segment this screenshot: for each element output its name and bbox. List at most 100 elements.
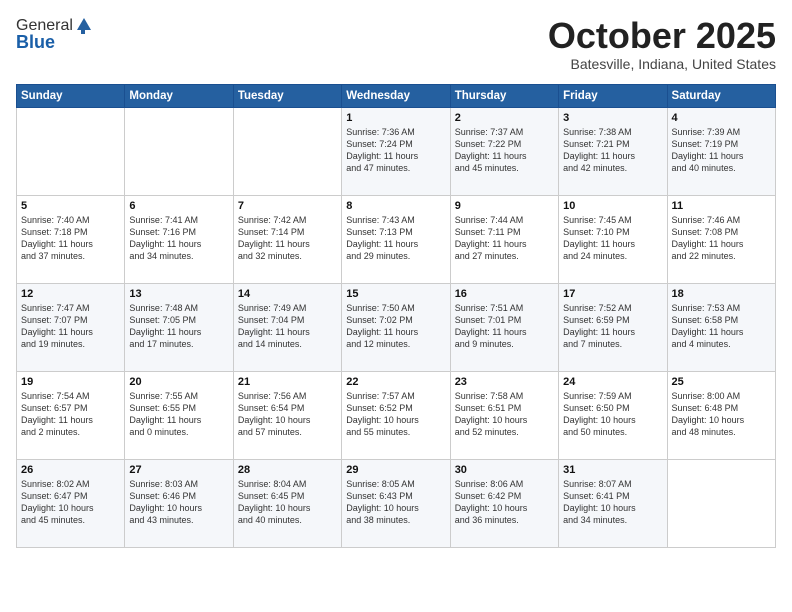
day-header-sunday: Sunday xyxy=(17,84,125,107)
day-number: 17 xyxy=(563,288,662,300)
calendar-cell: 15Sunrise: 7:50 AM Sunset: 7:02 PM Dayli… xyxy=(342,283,450,371)
calendar-cell: 28 Sunrise: 8:04 AM Sunset: 6:45 PM Dayli… xyxy=(233,459,341,547)
day-info: Sunrise: 7:56 AM Sunset: 6:54 PM Dayligh… xyxy=(238,390,337,439)
day-info: Sunrise: 7:36 AM Sunset: 7:24 PM Dayligh… xyxy=(346,126,445,175)
calendar-cell: 23 Sunrise: 7:58 AM Sunset: 6:51 PM Dayli… xyxy=(450,371,558,459)
day-number: 21 xyxy=(238,376,337,388)
day-number: 18 xyxy=(672,288,771,300)
day-number: 2 xyxy=(455,112,554,124)
day-info: Sunrise: 7:53 AM Sunset: 6:58 PM Dayligh… xyxy=(672,302,771,351)
calendar-cell: 16Sunrise: 7:51 AM Sunset: 7:01 PM Dayli… xyxy=(450,283,558,371)
day-info: Sunrise: 7:43 AM Sunset: 7:13 PM Dayligh… xyxy=(346,214,445,263)
day-info: Sunrise: 7:48 AM Sunset: 7:05 PM Dayligh… xyxy=(129,302,228,351)
day-info: Sunrise: 8:05 AM Sunset: 6:43 PM Dayligh… xyxy=(346,478,445,527)
logo: General Blue xyxy=(16,16,93,53)
calendar-cell: 25Sunrise: 8:00 AM Sunset: 6:48 PM Dayli… xyxy=(667,371,775,459)
calendar-cell: 22Sunrise: 7:57 AM Sunset: 6:52 PM Dayli… xyxy=(342,371,450,459)
day-number: 22 xyxy=(346,376,445,388)
day-number: 12 xyxy=(21,288,120,300)
day-header-saturday: Saturday xyxy=(667,84,775,107)
calendar-cell xyxy=(17,107,125,195)
calendar-cell: 17 Sunrise: 7:52 AM Sunset: 6:59 PM Dayli… xyxy=(559,283,667,371)
day-number: 27 xyxy=(129,464,228,476)
day-info: Sunrise: 7:44 AM Sunset: 7:11 PM Dayligh… xyxy=(455,214,554,263)
day-number: 15 xyxy=(346,288,445,300)
day-info: Sunrise: 8:02 AM Sunset: 6:47 PM Dayligh… xyxy=(21,478,120,527)
day-info: Sunrise: 7:47 AM Sunset: 7:07 PM Dayligh… xyxy=(21,302,120,351)
calendar-cell: 19 Sunrise: 7:54 AM Sunset: 6:57 PM Dayli… xyxy=(17,371,125,459)
calendar-week-row: 1 Sunrise: 7:36 AM Sunset: 7:24 PM Daylig… xyxy=(17,107,776,195)
calendar-cell: 5 Sunrise: 7:40 AM Sunset: 7:18 PM Daylig… xyxy=(17,195,125,283)
calendar-cell xyxy=(125,107,233,195)
day-number: 29 xyxy=(346,464,445,476)
day-info: Sunrise: 7:41 AM Sunset: 7:16 PM Dayligh… xyxy=(129,214,228,263)
day-number: 8 xyxy=(346,200,445,212)
day-info: Sunrise: 7:37 AM Sunset: 7:22 PM Dayligh… xyxy=(455,126,554,175)
day-info: Sunrise: 7:45 AM Sunset: 7:10 PM Dayligh… xyxy=(563,214,662,263)
calendar-cell: 2 Sunrise: 7:37 AM Sunset: 7:22 PM Daylig… xyxy=(450,107,558,195)
calendar-cell: 26 Sunrise: 8:02 AM Sunset: 6:47 PM Dayli… xyxy=(17,459,125,547)
day-number: 30 xyxy=(455,464,554,476)
day-header-tuesday: Tuesday xyxy=(233,84,341,107)
calendar-cell: 27 Sunrise: 8:03 AM Sunset: 6:46 PM Dayli… xyxy=(125,459,233,547)
calendar-cell: 4 Sunrise: 7:39 AM Sunset: 7:19 PM Daylig… xyxy=(667,107,775,195)
day-info: Sunrise: 8:03 AM Sunset: 6:46 PM Dayligh… xyxy=(129,478,228,527)
day-header-monday: Monday xyxy=(125,84,233,107)
day-number: 1 xyxy=(346,112,445,124)
day-number: 6 xyxy=(129,200,228,212)
day-header-thursday: Thursday xyxy=(450,84,558,107)
calendar-cell: 11Sunrise: 7:46 AM Sunset: 7:08 PM Dayli… xyxy=(667,195,775,283)
calendar-cell: 14Sunrise: 7:49 AM Sunset: 7:04 PM Dayli… xyxy=(233,283,341,371)
day-number: 9 xyxy=(455,200,554,212)
day-number: 25 xyxy=(672,376,771,388)
day-number: 23 xyxy=(455,376,554,388)
calendar-cell: 3Sunrise: 7:38 AM Sunset: 7:21 PM Daylig… xyxy=(559,107,667,195)
day-number: 10 xyxy=(563,200,662,212)
day-info: Sunrise: 7:55 AM Sunset: 6:55 PM Dayligh… xyxy=(129,390,228,439)
day-info: Sunrise: 7:59 AM Sunset: 6:50 PM Dayligh… xyxy=(563,390,662,439)
day-header-friday: Friday xyxy=(559,84,667,107)
day-info: Sunrise: 7:42 AM Sunset: 7:14 PM Dayligh… xyxy=(238,214,337,263)
calendar-cell: 30Sunrise: 8:06 AM Sunset: 6:42 PM Dayli… xyxy=(450,459,558,547)
day-info: Sunrise: 7:52 AM Sunset: 6:59 PM Dayligh… xyxy=(563,302,662,351)
calendar-cell: 6 Sunrise: 7:41 AM Sunset: 7:16 PM Daylig… xyxy=(125,195,233,283)
calendar-cell xyxy=(233,107,341,195)
day-number: 26 xyxy=(21,464,120,476)
month-title: October 2025 xyxy=(548,16,776,56)
calendar-cell: 20 Sunrise: 7:55 AM Sunset: 6:55 PM Dayli… xyxy=(125,371,233,459)
day-number: 5 xyxy=(21,200,120,212)
calendar-cell: 21 Sunrise: 7:56 AM Sunset: 6:54 PM Dayli… xyxy=(233,371,341,459)
calendar-cell: 7 Sunrise: 7:42 AM Sunset: 7:14 PM Daylig… xyxy=(233,195,341,283)
day-number: 19 xyxy=(21,376,120,388)
day-number: 4 xyxy=(672,112,771,124)
calendar-cell: 18 Sunrise: 7:53 AM Sunset: 6:58 PM Dayli… xyxy=(667,283,775,371)
day-info: Sunrise: 8:04 AM Sunset: 6:45 PM Dayligh… xyxy=(238,478,337,527)
calendar-cell: 1 Sunrise: 7:36 AM Sunset: 7:24 PM Daylig… xyxy=(342,107,450,195)
day-info: Sunrise: 7:40 AM Sunset: 7:18 PM Dayligh… xyxy=(21,214,120,263)
day-number: 7 xyxy=(238,200,337,212)
day-number: 16 xyxy=(455,288,554,300)
day-info: Sunrise: 7:49 AM Sunset: 7:04 PM Dayligh… xyxy=(238,302,337,351)
calendar-container: General Blue October 2025 Batesville, In… xyxy=(0,0,792,556)
day-info: Sunrise: 8:07 AM Sunset: 6:41 PM Dayligh… xyxy=(563,478,662,527)
day-number: 24 xyxy=(563,376,662,388)
calendar-cell: 8 Sunrise: 7:43 AM Sunset: 7:13 PM Daylig… xyxy=(342,195,450,283)
day-header-wednesday: Wednesday xyxy=(342,84,450,107)
day-info: Sunrise: 7:39 AM Sunset: 7:19 PM Dayligh… xyxy=(672,126,771,175)
calendar-header: General Blue October 2025 Batesville, In… xyxy=(16,16,776,72)
calendar-cell xyxy=(667,459,775,547)
calendar-week-row: 19 Sunrise: 7:54 AM Sunset: 6:57 PM Dayli… xyxy=(17,371,776,459)
day-number: 3 xyxy=(563,112,662,124)
calendar-cell: 9 Sunrise: 7:44 AM Sunset: 7:11 PM Daylig… xyxy=(450,195,558,283)
day-number: 20 xyxy=(129,376,228,388)
day-number: 13 xyxy=(129,288,228,300)
day-number: 31 xyxy=(563,464,662,476)
calendar-cell: 12 Sunrise: 7:47 AM Sunset: 7:07 PM Dayli… xyxy=(17,283,125,371)
day-info: Sunrise: 7:58 AM Sunset: 6:51 PM Dayligh… xyxy=(455,390,554,439)
location-text: Batesville, Indiana, United States xyxy=(548,56,776,72)
day-info: Sunrise: 7:54 AM Sunset: 6:57 PM Dayligh… xyxy=(21,390,120,439)
calendar-week-row: 5 Sunrise: 7:40 AM Sunset: 7:18 PM Daylig… xyxy=(17,195,776,283)
day-number: 11 xyxy=(672,200,771,212)
day-number: 28 xyxy=(238,464,337,476)
title-block: October 2025 Batesville, Indiana, United… xyxy=(548,16,776,72)
